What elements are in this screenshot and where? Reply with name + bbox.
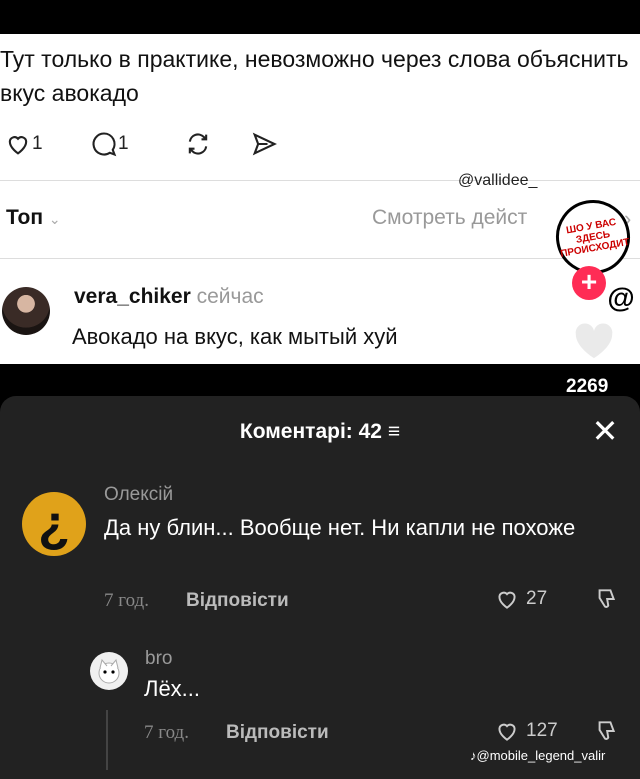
tiktok-handle: @mobile_legend_valir	[476, 748, 606, 763]
sort-label: Топ	[6, 206, 44, 229]
comment-like-button[interactable]: 27	[494, 586, 547, 612]
reply-author[interactable]: vera_chiker сейчас	[74, 285, 264, 309]
comments-panel: Коментарі: 42 ≡ ✕ ¿ Олексій Да ну блин..…	[0, 396, 640, 779]
dislike-icon	[598, 721, 616, 740]
send-icon	[252, 132, 277, 156]
divider	[0, 180, 640, 181]
dislike-button[interactable]	[592, 718, 618, 749]
threads-logo-icon: @	[607, 282, 635, 313]
thread-line	[106, 710, 108, 770]
post-text: Тут только в практике, невозможно через …	[0, 46, 629, 106]
filter-icon[interactable]: ≡	[388, 420, 400, 443]
subreply-reply-button[interactable]: Відповісти	[226, 722, 329, 744]
subreply-author[interactable]: bro	[145, 648, 172, 670]
comment-like-count: 27	[526, 588, 548, 609]
video-like-count: 2269	[566, 376, 609, 397]
comment-time: 7 год.	[104, 590, 149, 611]
comment-button[interactable]: 1	[90, 130, 129, 158]
heart-icon	[498, 591, 516, 609]
avatar-glyph: ¿	[38, 495, 70, 553]
avatar[interactable]	[90, 652, 128, 690]
reply-count: 1	[118, 133, 129, 154]
avatar[interactable]	[2, 287, 50, 335]
threads-post: Тут только в практике, невозможно через …	[0, 34, 640, 364]
heart-icon	[8, 136, 28, 155]
sticker-text: ШО У ВАС ЗДЕСЬ ПРОИСХОДИТ	[559, 216, 631, 260]
dislike-button[interactable]	[592, 586, 618, 617]
comments-title: Коментарі: 42 ≡	[0, 420, 640, 444]
comments-count: Коментарі: 42	[239, 420, 382, 443]
repost-icon	[188, 133, 208, 155]
sort-dropdown[interactable]: Топ ⌄	[6, 206, 61, 230]
divider	[0, 258, 640, 259]
reply-time: сейчас	[196, 285, 264, 308]
close-icon[interactable]: ✕	[590, 415, 620, 447]
cat-icon	[98, 658, 120, 684]
like-count: 1	[32, 133, 43, 154]
subreply-text: Лёх...	[144, 676, 201, 701]
subreply-time: 7 год.	[144, 722, 189, 743]
subreply-like-button[interactable]: 127	[494, 718, 558, 744]
share-button[interactable]	[250, 130, 278, 158]
subreply-like-count: 127	[526, 720, 558, 741]
comment-icon	[92, 132, 117, 157]
see-activity-label: Смотреть дейст	[372, 206, 528, 229]
follow-button[interactable]: +	[572, 266, 606, 300]
video-like-icon[interactable]	[572, 320, 616, 360]
reply-text: Авокадо на вкус, как мытый хуй	[72, 324, 398, 349]
like-button[interactable]: 1	[4, 130, 43, 158]
reply-author-name: vera_chiker	[74, 285, 191, 308]
see-activity-link[interactable]: Смотреть дейст	[372, 206, 527, 230]
chevron-down-icon: ⌄	[48, 211, 61, 227]
dislike-icon	[598, 589, 616, 608]
heart-icon	[498, 723, 516, 741]
avatar[interactable]: ¿	[22, 492, 86, 556]
repost-button[interactable]	[184, 130, 212, 158]
comment-author[interactable]: Олексій	[104, 484, 173, 506]
comment-text: Да ну блин... Вообще нет. Ни капли не по…	[104, 515, 576, 540]
creator-watermark: @vallidee_	[458, 172, 538, 189]
tiktok-watermark: ♪@mobile_legend_valir	[470, 748, 605, 763]
reply-button[interactable]: Відповісти	[186, 590, 289, 612]
